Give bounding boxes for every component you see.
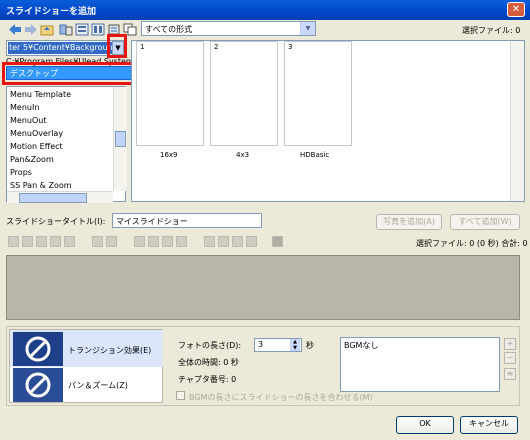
chapter-number-label: チャプタ番号: 0	[178, 375, 237, 384]
crop-icon[interactable]	[176, 236, 187, 247]
filter-value: すべての形式	[145, 25, 193, 34]
browse-folder-icon[interactable]	[59, 23, 73, 36]
thumbnail-scrollbar[interactable]	[510, 41, 524, 201]
add-photo-button[interactable]: 写真を追加(A)	[376, 214, 442, 230]
window-title: スライドショーを追加	[6, 7, 97, 17]
tree-item[interactable]: MenuOverlay	[10, 129, 63, 138]
tile-label: 4x3	[236, 151, 250, 159]
tile-number: 2	[214, 43, 219, 51]
transition-effect-label[interactable]: トランジション効果(E)	[68, 345, 151, 356]
tree-item[interactable]: Pan&Zoom	[10, 155, 54, 164]
thumbnail-area[interactable]: 1 2 3 16x9 4x3 HDBasic	[131, 40, 525, 202]
tile-number: 3	[288, 43, 293, 51]
tree-item[interactable]: SS Pan & Zoom	[10, 181, 72, 190]
tree-hscroll-thumb[interactable]	[19, 193, 87, 203]
tile-label: HDBasic	[300, 151, 330, 159]
folder-tree[interactable]: Menu Template MenuIn MenuOut MenuOverlay…	[6, 86, 127, 203]
tree-item[interactable]: MenuIn	[10, 103, 39, 112]
paste-icon[interactable]	[106, 236, 117, 247]
duration-icon[interactable]	[204, 236, 215, 247]
up-folder-icon[interactable]	[40, 23, 54, 36]
close-button[interactable]: ✕	[507, 2, 525, 17]
slideshow-title-input[interactable]: マイスライドショー	[112, 213, 262, 228]
file-type-filter[interactable]: すべての形式 ▼	[141, 21, 316, 36]
tree-item[interactable]: Menu Template	[10, 90, 71, 99]
remove-chapter-icon[interactable]	[232, 236, 243, 247]
play-icon[interactable]	[272, 236, 283, 247]
view-list-icon[interactable]	[75, 23, 89, 36]
delete-icon[interactable]	[64, 236, 75, 247]
slideshow-stats: 選択ファイル: 0 (0 秒) 合計: 0	[416, 239, 528, 248]
ok-button[interactable]: OK	[396, 416, 454, 434]
music-settings-icon[interactable]: ≡	[504, 368, 516, 380]
match-bgm-checkbox[interactable]	[176, 391, 185, 400]
remove-music-icon[interactable]: −	[504, 352, 516, 364]
path-combo-value: ter 5¥Content¥Background	[8, 42, 113, 54]
move-right-icon[interactable]	[22, 236, 33, 247]
edit-icon[interactable]	[134, 236, 145, 247]
effect-icon[interactable]	[148, 236, 159, 247]
pan-zoom-icon[interactable]	[13, 368, 63, 402]
tile-number: 1	[140, 43, 145, 51]
tile-label: 16x9	[160, 151, 178, 159]
tree-item[interactable]: Motion Effect	[10, 142, 63, 151]
bgm-text: BGMなし	[344, 341, 379, 350]
rotate-left-icon[interactable]	[36, 236, 47, 247]
photo-length-label: フォトの長さ(D):	[178, 341, 242, 350]
chevron-down-icon[interactable]: ▼	[300, 22, 315, 35]
transition-effect-icon[interactable]	[13, 332, 63, 366]
thumbnail-image[interactable]	[284, 85, 352, 146]
back-icon[interactable]	[8, 23, 22, 36]
cut-icon[interactable]	[92, 236, 103, 247]
forward-icon[interactable]	[24, 23, 38, 36]
match-bgm-label: BGMの長さにスライドショーの長さを合わせる(M)	[189, 393, 373, 402]
seconds-unit: 秒	[306, 341, 314, 350]
cancel-button[interactable]: キャンセル	[460, 416, 518, 434]
tree-item[interactable]: Props	[10, 168, 32, 177]
add-music-icon[interactable]: +	[504, 338, 516, 350]
photo-length-spinner[interactable]: 3 ▲ ▼	[254, 338, 302, 352]
move-left-icon[interactable]	[8, 236, 19, 247]
pan-zoom-label[interactable]: パン＆ズーム(Z)	[68, 380, 128, 391]
effects-list[interactable]: トランジション効果(E) パン＆ズーム(Z)	[9, 329, 163, 403]
selected-file-count: 選択ファイル: 0	[462, 26, 521, 35]
chapter-icon[interactable]	[218, 236, 229, 247]
sort-icon[interactable]	[246, 236, 257, 247]
rotate-right-icon[interactable]	[50, 236, 61, 247]
total-time-label: 全体の時間: 0 秒	[178, 358, 239, 367]
photo-length-value: 3	[258, 340, 264, 349]
add-all-button[interactable]: すべて追加(W)	[450, 214, 520, 230]
thumbnail-image[interactable]	[136, 85, 204, 146]
view-details-icon[interactable]	[91, 23, 105, 36]
thumbnail-image[interactable]	[210, 85, 278, 146]
tree-scroll-thumb[interactable]	[115, 131, 126, 147]
caption-icon[interactable]	[162, 236, 173, 247]
tree-item[interactable]: MenuOut	[10, 116, 46, 125]
bgm-list[interactable]: BGMなし	[340, 337, 500, 392]
slideshow-title-label: スライドショータイトル(I):	[6, 217, 106, 226]
highlight-box-dropdown	[107, 34, 127, 58]
spinner-arrows-icon[interactable]: ▲ ▼	[290, 339, 300, 351]
slideshow-storyboard[interactable]	[6, 255, 520, 320]
